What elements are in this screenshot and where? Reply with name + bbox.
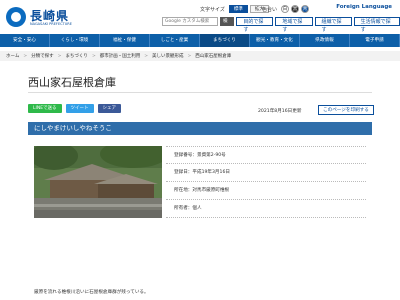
foreign-language-link[interactable]: Foreign Language bbox=[336, 4, 392, 10]
description-text: 厳原を流れる椎根川沿いに石屋根倉庫群が残っている。 bbox=[34, 290, 149, 295]
search-button[interactable]: 検索 bbox=[220, 17, 235, 33]
breadcrumb-separator: > bbox=[144, 53, 148, 59]
breadcrumb-separator: > bbox=[91, 53, 96, 59]
color-black-button[interactable]: 黒 bbox=[291, 5, 300, 13]
prefecture-logo-icon[interactable] bbox=[6, 7, 26, 27]
font-size-standard-button[interactable]: 標準 bbox=[228, 5, 248, 13]
section-heading: にしやまけいしやねそうこ bbox=[28, 122, 372, 135]
breadcrumb-separator: > bbox=[23, 53, 28, 59]
main-navigation: 安全・安心 くらし・環境 福祉・保健 しごと・産業 まちづくり 観光・教育・文化… bbox=[0, 34, 400, 47]
find-by-life-info-button[interactable]: 生活情報で探す bbox=[353, 17, 400, 33]
font-size-label: 文字サイズ bbox=[200, 6, 225, 13]
color-controls: 色合い 白 黒 青 bbox=[262, 4, 310, 14]
nav-item-welfare[interactable]: 福祉・保健 bbox=[100, 34, 150, 47]
site-header: 長崎県 NAGASAKI PREFECTURE 文字サイズ 標準 拡大 色合い … bbox=[0, 0, 400, 34]
share-buttons: LINEで送る ツイート シェア bbox=[28, 104, 122, 113]
updated-date: 2021年8月16日更新 bbox=[258, 109, 302, 114]
line-share-button[interactable]: LINEで送る bbox=[28, 104, 62, 113]
breadcrumb-current: 西山家石屋根倉庫 bbox=[195, 54, 232, 59]
facebook-share-button[interactable]: シェア bbox=[97, 104, 122, 113]
storehouse-photo bbox=[34, 146, 162, 218]
tweet-button[interactable]: ツイート bbox=[65, 104, 94, 113]
location: 所在地：対馬市厳原町椎根 bbox=[166, 182, 366, 200]
search-area: 検索 目的で探す 地域で探す 組織で探す 生活情報で探す bbox=[162, 17, 400, 33]
breadcrumb-home[interactable]: ホーム bbox=[6, 53, 19, 59]
color-label: 色合い bbox=[262, 6, 278, 13]
find-by-purpose-button[interactable]: 目的で探す bbox=[236, 17, 274, 33]
nav-item-work[interactable]: しごと・産業 bbox=[150, 34, 200, 47]
breadcrumb-separator: > bbox=[187, 53, 192, 59]
nav-item-safety[interactable]: 安全・安心 bbox=[0, 34, 50, 47]
find-by-organization-button[interactable]: 組織で探す bbox=[314, 17, 352, 33]
registration-date: 登録日：平成19年3月16日 bbox=[166, 164, 366, 182]
site-logo-subtext: NAGASAKI PREFECTURE bbox=[30, 22, 72, 26]
breadcrumb-landscape[interactable]: 美しい景観形成 bbox=[152, 53, 184, 59]
breadcrumb-category[interactable]: 分類で探す bbox=[31, 53, 54, 59]
page-title: 西山家石屋根倉庫 bbox=[28, 76, 116, 89]
color-blue-button[interactable]: 青 bbox=[301, 5, 310, 13]
font-size-controls: 文字サイズ 標準 拡大 bbox=[200, 4, 269, 14]
find-by-region-button[interactable]: 地域で探す bbox=[275, 17, 313, 33]
registration-number: 登録番号：景資第2-90号 bbox=[166, 146, 366, 164]
color-white-button[interactable]: 白 bbox=[281, 5, 290, 13]
print-page-link[interactable]: このページを印刷する bbox=[318, 105, 374, 115]
nav-item-town-planning[interactable]: まちづくり bbox=[200, 34, 250, 47]
breadcrumb-separator: > bbox=[57, 53, 62, 59]
owner: 所有者：個人 bbox=[166, 200, 366, 218]
nav-item-tourism[interactable]: 観光・教育・文化 bbox=[250, 34, 300, 47]
breadcrumb-urban-planning[interactable]: 都市計画・国土利用 bbox=[100, 53, 141, 59]
nav-item-government[interactable]: 県政情報 bbox=[300, 34, 350, 47]
title-divider bbox=[28, 92, 372, 93]
info-table: 登録番号：景資第2-90号 登録日：平成19年3月16日 所在地：対馬市厳原町椎… bbox=[166, 146, 366, 218]
search-input[interactable] bbox=[162, 17, 218, 26]
breadcrumb-town-planning[interactable]: まちづくり bbox=[65, 53, 88, 59]
nav-item-e-application[interactable]: 電子申請 bbox=[350, 34, 400, 47]
storehouse-photo-illustration bbox=[34, 146, 162, 218]
breadcrumb: ホーム > 分類で探す > まちづくり > 都市計画・国土利用 > 美しい景観形… bbox=[0, 51, 400, 61]
nav-item-living[interactable]: くらし・環境 bbox=[50, 34, 100, 47]
